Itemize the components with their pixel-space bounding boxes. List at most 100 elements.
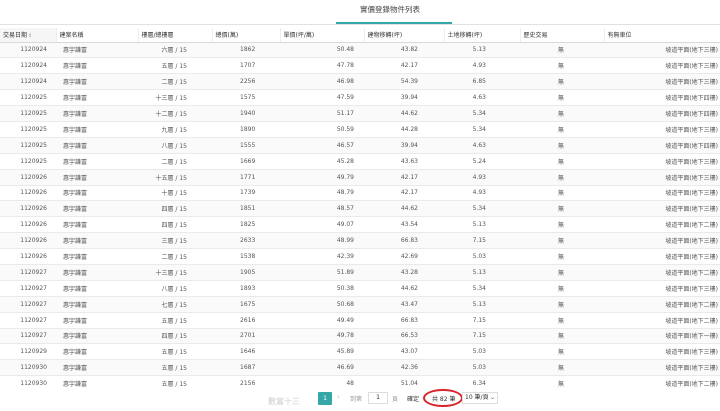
cell-unit-price: 49.07 [280,216,364,233]
cell-land-area: 7.15 [444,312,520,329]
table-row[interactable]: 1120929 惠宇謙富 五層 / 15 1646 45.89 43.07 5.03 無坡道平… [0,343,720,360]
cell-history: 無 [520,185,604,201]
cell-total-price: 2616 [212,312,280,329]
table-row[interactable]: 1120927 惠宇謙富 五層 / 15 2616 49.49 66.83 7.15 無坡道平… [0,312,720,329]
column-header[interactable]: 土地移轉(坪) [444,28,521,43]
table-row[interactable]: 1120926 惠宇謙富 十層 / 15 1739 48.79 42.17 4.93 無坡道平… [0,185,720,201]
cell-total-price: 1538 [212,248,280,265]
table-row[interactable]: 1120927 惠宇謙富 八層 / 15 1893 50.38 44.62 5.34 無坡道平… [0,280,720,297]
cell-building-area: 66.53 [364,328,444,344]
cell-project: 惠宇謙富 [56,121,138,138]
cell-history: 無 [520,328,604,344]
column-header-label: 交易日期 [3,32,28,40]
confirm-button[interactable]: 確定 [407,394,419,403]
cell-building-area: 43.82 [364,42,444,58]
goto-label: 到第 [350,396,363,403]
cell-land-area: 5.13 [444,264,520,281]
cell-building-area: 42.36 [364,359,444,376]
page-size-select[interactable]: 10 筆/頁 ⌄ [462,392,498,404]
column-header[interactable]: 歷史交易 [520,28,605,43]
cell-building-area: 43.47 [364,296,444,313]
cell-history: 無 [520,73,604,90]
table-row[interactable]: 1120925 惠宇謙富 十三層 / 15 1575 47.59 39.94 4.63 無坡道… [0,89,720,106]
cell-project: 惠宇謙富 [56,216,138,233]
table-row[interactable]: 1120925 惠宇謙富 九層 / 15 1890 50.59 44.28 5.34 無坡道平… [0,121,720,138]
table-row[interactable]: 1120926 惠宇謙富 三層 / 15 2633 48.99 66.83 7.15 無坡道平… [0,232,720,249]
page-button-current[interactable]: 1 [318,392,332,405]
column-header[interactable]: 總價(萬) [212,28,281,43]
table-row[interactable]: 1120926 惠宇謙富 四層 / 15 1851 48.57 44.62 5.34 無坡道平… [0,200,720,217]
cell-floor: 六層 / 15 [138,42,212,58]
cell-date: 1120925 [0,153,56,170]
column-header[interactable]: 樓層/總樓層 [138,28,213,43]
cell-unit-price: 51.89 [280,264,364,281]
tab-transaction-list[interactable]: 實價登錄物件列表 [340,0,440,24]
next-page-icon[interactable]: › [337,393,340,401]
table-row[interactable]: 1120925 惠宇謙富 八層 / 15 1555 46.57 39.94 4.63 無坡道平… [0,137,720,154]
table-row[interactable]: 1120924 惠宇謙富 五層 / 15 1707 47.78 42.17 4.93 無坡道平… [0,57,720,74]
cell-date: 1120927 [0,280,56,297]
cell-history: 無 [520,280,604,297]
cell-floor: 十三層 / 15 [138,264,212,281]
cell-project: 惠宇謙富 [56,248,138,265]
table-row[interactable]: 1120927 惠宇謙富 十三層 / 15 1905 51.89 43.28 5.13 無坡道… [0,264,720,281]
table-row[interactable]: 1120930 惠宇謙富 五層 / 15 1687 46.69 42.36 5.03 無坡道平… [0,359,720,376]
table-row[interactable]: 1120927 惠宇謙富 四層 / 15 2701 49.78 66.53 7.15 無坡道平… [0,328,720,344]
cell-land-area: 5.03 [444,343,520,360]
cell-floor: 二層 / 15 [138,73,212,90]
cell-land-area: 4.63 [444,137,520,154]
column-header[interactable]: 交易日期⇕ [0,28,57,43]
cell-date: 1120925 [0,89,56,106]
cell-project: 惠宇謙富 [56,42,138,58]
cell-unit-price: 49.49 [280,312,364,329]
cell-building-area: 42.17 [364,185,444,201]
sort-icon[interactable]: ⇕ [28,33,32,39]
table-row[interactable]: 1120925 惠宇謙富 二層 / 15 1669 45.28 43.63 5.24 無坡道平… [0,153,720,170]
cell-project: 惠宇謙富 [56,264,138,281]
cell-building-area: 43.54 [364,216,444,233]
cell-unit-price: 46.57 [280,137,364,154]
cell-floor: 五層 / 15 [138,312,212,329]
cell-unit-price: 51.17 [280,105,364,122]
table-row[interactable]: 1120924 惠宇謙富 六層 / 15 1862 50.48 43.82 5.13 無坡道平… [0,42,720,58]
goto-page-input[interactable]: 1 [368,392,388,404]
cell-date: 1120927 [0,328,56,344]
cell-parking: 坡道平面(地下二樓) [604,312,720,329]
table-header-row: 交易日期⇕ 建案名稱 樓層/總樓層 總價(萬) 單價(坪/萬) 建物移轉(坪) 土地移轉(坪… [0,28,720,43]
cell-date: 1120924 [0,57,56,74]
cell-unit-price: 50.68 [280,296,364,313]
cell-total-price: 1575 [212,89,280,106]
table-row[interactable]: 1120926 惠宇謙富 十五層 / 15 1771 49.79 42.17 4.93 無坡道… [0,169,720,186]
cell-land-area: 5.03 [444,359,520,376]
column-header-label: 單價(坪/萬) [283,32,315,40]
cell-parking: 坡道平面(地下三樓) [604,200,720,217]
table-row[interactable]: 1120927 惠宇謙富 七層 / 15 1675 50.68 43.47 5.13 無坡道平… [0,296,720,313]
cell-unit-price: 46.98 [280,73,364,90]
table-row[interactable]: 1120924 惠宇謙富 二層 / 15 2256 46.98 54.39 6.85 無坡道平… [0,73,720,90]
cell-project: 惠宇謙富 [56,73,138,90]
cell-land-area: 7.15 [444,232,520,249]
cell-parking: 坡道平面(地下三樓) [604,153,720,170]
column-header-label: 有無車位 [607,32,632,40]
cell-floor: 十二層 / 15 [138,105,212,122]
column-header[interactable]: 有無車位 [604,28,720,43]
cell-total-price: 1687 [212,359,280,376]
column-header[interactable]: 建案名稱 [56,28,139,43]
column-header[interactable]: 單價(坪/萬) [280,28,365,43]
cell-total-price: 2256 [212,73,280,90]
cell-unit-price: 47.78 [280,57,364,74]
table-row[interactable]: 1120926 惠宇謙富 四層 / 15 1825 49.07 43.54 5.13 無坡道平… [0,216,720,233]
cell-floor: 十層 / 15 [138,185,212,201]
table-row[interactable]: 1120926 惠宇謙富 二層 / 15 1538 42.39 42.69 5.03 無坡道平… [0,248,720,265]
cell-building-area: 39.94 [364,137,444,154]
table-row[interactable]: 1120925 惠宇謙富 十二層 / 15 1940 51.17 44.62 5.34 無坡道… [0,105,720,122]
column-header[interactable]: 建物移轉(坪) [364,28,445,43]
cell-history: 無 [520,312,604,329]
cell-parking: 坡道平面(地下三樓) [604,343,720,360]
cell-land-area: 4.93 [444,57,520,74]
table-body: 1120924 惠宇謙富 六層 / 15 1862 50.48 43.82 5.13 無坡道平… [0,42,720,392]
cell-project: 惠宇謙富 [56,312,138,329]
cell-floor: 十五層 / 15 [138,169,212,186]
cell-parking: 坡道平面(地下二樓) [604,216,720,233]
cell-parking: 坡道平面(地下二樓) [604,264,720,281]
